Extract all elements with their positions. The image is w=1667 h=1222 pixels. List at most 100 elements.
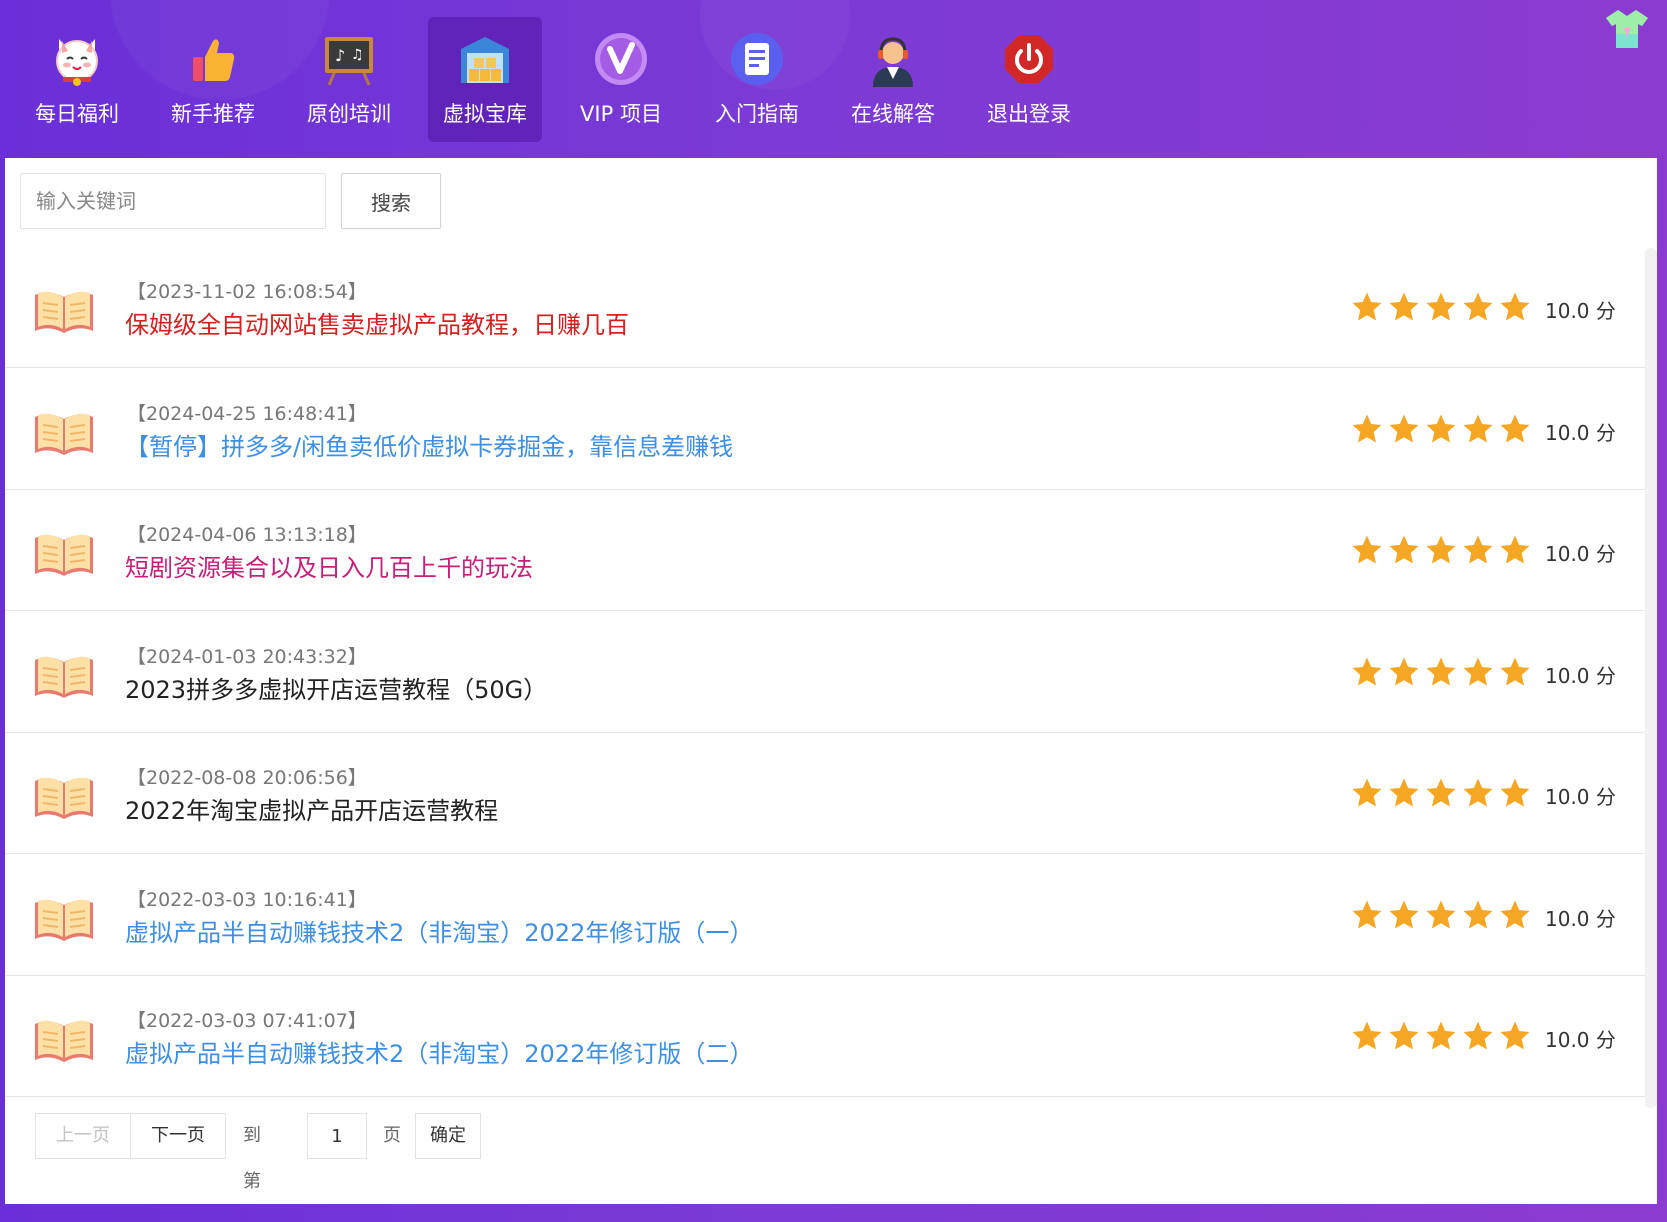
tshirt-skin-icon[interactable]	[1604, 8, 1650, 50]
star-icon	[1352, 1021, 1382, 1050]
article-row[interactable]: 【2022-08-08 20:06:56】 2022年淘宝虚拟产品开店运营教程 10…	[5, 733, 1645, 854]
book-icon	[33, 407, 95, 459]
next-page-button[interactable]: 下一页	[130, 1113, 226, 1159]
page-unit-label: 页	[383, 1125, 401, 1146]
article-score: 10.0 分	[1545, 299, 1616, 323]
article-title-link[interactable]: 保姆级全自动网站售卖虚拟产品教程，日赚几百	[125, 305, 629, 340]
search-button[interactable]: 搜索	[341, 173, 441, 229]
article-date: 【2024-04-25 16:48:41】	[127, 402, 367, 425]
star-icon	[1389, 292, 1419, 321]
nav-item-online-answer[interactable]: 在线解答	[836, 17, 950, 142]
article-row[interactable]: 【2024-04-06 13:13:18】 短剧资源集合以及日入几百上千的玩法 10…	[5, 490, 1645, 611]
article-row[interactable]: 【2023-11-02 16:08:54】 保姆级全自动网站售卖虚拟产品教程，日赚…	[5, 247, 1645, 368]
star-icon	[1389, 657, 1419, 685]
article-title-link[interactable]: 虚拟产品半自动赚钱技术2（非淘宝）2022年修订版（二）	[125, 1034, 753, 1069]
article-date: 【2024-04-06 13:13:18】	[127, 524, 367, 546]
star-icon	[1352, 414, 1382, 442]
document-icon	[731, 33, 783, 85]
star-icon	[1389, 414, 1419, 442]
rating-stars	[1351, 899, 1537, 931]
svg-text:♫: ♫	[351, 47, 364, 63]
star-icon	[1426, 1021, 1456, 1050]
star-icon	[1500, 900, 1530, 928]
top-nav: 每日福利 新手推荐 ♪ ♫ 原创培训 虚拟宝库 VIP 项目 入门指南 在线解答…	[0, 0, 1667, 158]
book-icon	[33, 528, 95, 580]
star-icon	[1463, 1021, 1493, 1050]
star-icon	[1352, 535, 1382, 564]
article-row[interactable]: 【2022-03-03 07:41:07】 虚拟产品半自动赚钱技术2（非淘宝）20…	[5, 976, 1645, 1097]
article-score: 10.0 分	[1545, 1028, 1616, 1052]
star-icon	[1426, 657, 1456, 685]
star-icon	[1426, 414, 1456, 442]
article-score: 10.0 分	[1545, 420, 1616, 445]
star-icon	[1426, 535, 1456, 564]
nav-item-logout[interactable]: 退出登录	[972, 17, 1086, 142]
star-icon	[1389, 778, 1419, 807]
rating-stars	[1351, 291, 1537, 323]
star-icon	[1463, 778, 1493, 807]
star-icon	[1426, 900, 1456, 928]
nav-item-original-training[interactable]: ♪ ♫ 原创培训	[292, 17, 406, 142]
nav-item-virtual-treasury[interactable]: 虚拟宝库	[428, 17, 542, 142]
star-icon	[1500, 657, 1530, 685]
svg-text:♪: ♪	[335, 46, 345, 65]
star-icon	[1426, 292, 1456, 321]
main-panel: 搜索 【2023-11-02 16:08:54】保姆级全自动网站售卖虚拟产品教程…	[5, 158, 1657, 1204]
star-icon	[1352, 657, 1382, 685]
book-icon	[33, 771, 95, 823]
prev-page-button[interactable]: 上一页	[35, 1113, 131, 1159]
article-row[interactable]: 【2024-04-25 16:48:41】 【暂停】拼多多/闲鱼卖低价虚拟卡券掘金…	[5, 369, 1645, 490]
rating-stars	[1351, 777, 1537, 809]
rating-stars	[1351, 534, 1537, 566]
nav-item-newbie-recommend[interactable]: 新手推荐	[156, 17, 270, 142]
star-icon	[1463, 414, 1493, 442]
star-icon	[1389, 535, 1419, 564]
vip-icon	[595, 33, 647, 85]
nav-item-beginner-guide[interactable]: 入门指南	[700, 17, 814, 142]
article-title-link[interactable]: 虚拟产品半自动赚钱技术2（非淘宝）2022年修订版（一）	[125, 913, 753, 948]
star-icon	[1463, 535, 1493, 564]
page-number-input[interactable]	[307, 1113, 367, 1159]
warehouse-icon	[461, 37, 509, 83]
article-date: 【2022-08-08 20:06:56】	[127, 767, 367, 789]
nav-label: 新手推荐	[171, 102, 255, 126]
article-date: 【2024-01-03 20:43:32】	[127, 645, 367, 668]
support-agent-icon	[873, 37, 913, 87]
search-input[interactable]	[20, 173, 326, 229]
nav-label: 每日福利	[35, 102, 119, 126]
nav-item-daily-welfare[interactable]: 每日福利	[20, 17, 134, 142]
star-icon	[1463, 657, 1493, 685]
nav-label: VIP 项目	[580, 102, 662, 126]
star-icon	[1500, 292, 1530, 321]
star-icon	[1500, 778, 1530, 807]
article-title-link[interactable]: 2023拼多多虚拟开店运营教程（50G）	[125, 670, 547, 705]
article-score: 10.0 分	[1545, 542, 1616, 566]
rating-stars	[1351, 1020, 1537, 1052]
goto-label: 到第	[243, 1125, 261, 1192]
nav-label: 入门指南	[715, 102, 799, 126]
article-date: 【2023-11-02 16:08:54】	[127, 281, 367, 303]
article-date: 【2022-03-03 07:41:07】	[127, 1010, 367, 1032]
star-icon	[1500, 535, 1530, 564]
chalkboard-icon: ♪ ♫	[325, 37, 373, 86]
star-icon	[1389, 1021, 1419, 1050]
star-icon	[1500, 1021, 1530, 1050]
book-icon	[33, 285, 95, 337]
lucky-cat-icon	[56, 39, 98, 86]
star-icon	[1426, 778, 1456, 807]
power-icon	[1005, 35, 1053, 83]
article-score: 10.0 分	[1545, 663, 1616, 688]
book-icon	[33, 893, 95, 945]
article-row[interactable]: 【2024-01-03 20:43:32】 2023拼多多虚拟开店运营教程（50G…	[5, 612, 1645, 733]
confirm-page-button[interactable]: 确定	[415, 1113, 481, 1159]
thumbs-up-icon	[193, 39, 235, 81]
article-title-link[interactable]: 2022年淘宝虚拟产品开店运营教程	[125, 791, 498, 826]
article-title-link[interactable]: 【暂停】拼多多/闲鱼卖低价虚拟卡券掘金，靠信息差赚钱	[125, 427, 733, 462]
article-row[interactable]: 【2022-03-03 10:16:41】 虚拟产品半自动赚钱技术2（非淘宝）20…	[5, 855, 1645, 976]
scrollbar[interactable]	[1645, 248, 1657, 1108]
article-title-link[interactable]: 短剧资源集合以及日入几百上千的玩法	[125, 548, 533, 583]
nav-item-vip-project[interactable]: VIP 项目	[564, 17, 678, 142]
nav-label: 虚拟宝库	[443, 102, 527, 126]
star-icon	[1463, 292, 1493, 321]
book-icon	[33, 650, 95, 702]
